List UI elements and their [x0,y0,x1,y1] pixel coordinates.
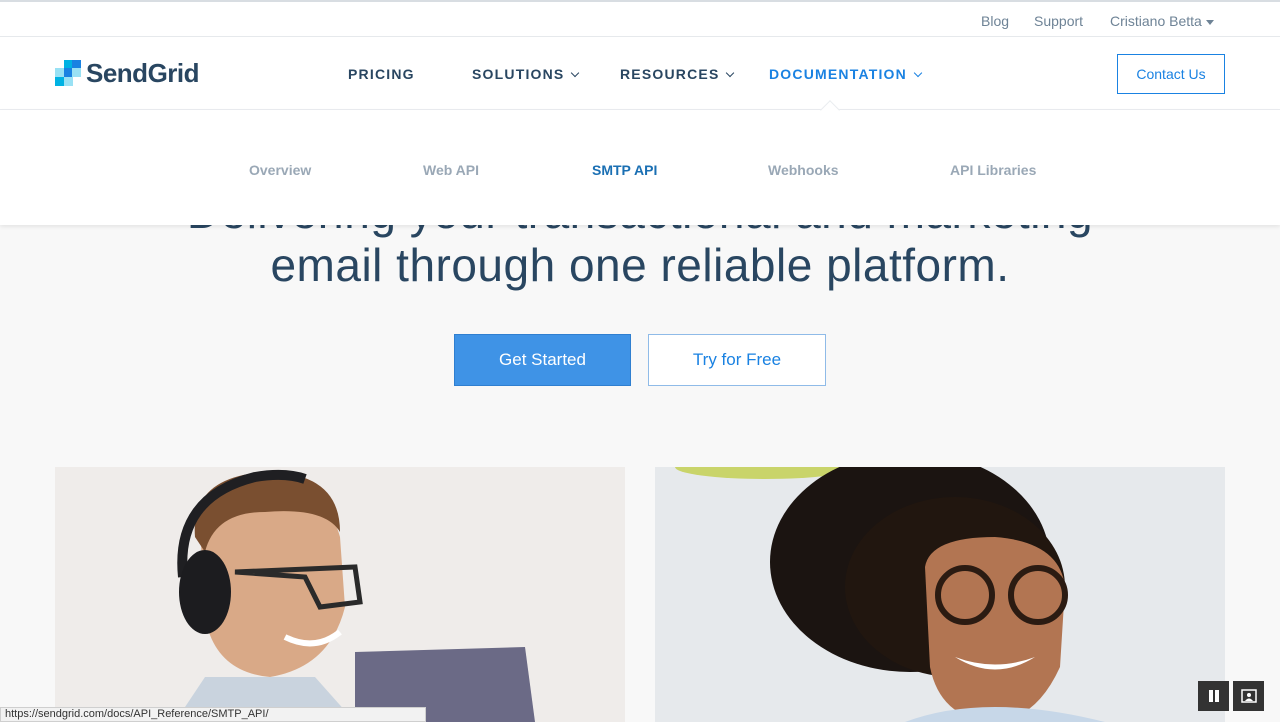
submenu-webhooks[interactable]: Webhooks [768,162,839,178]
get-started-button[interactable]: Get Started [454,334,631,386]
nav-pricing[interactable]: PRICING [348,66,415,82]
nav-resources[interactable]: RESOURCES [620,66,735,82]
try-for-free-button[interactable]: Try for Free [648,334,826,386]
blog-link[interactable]: Blog [981,13,1009,29]
nav-documentation[interactable]: DOCUMENTATION [769,66,923,82]
documentation-submenu: Overview Web API SMTP API Webhooks API L… [0,110,1280,225]
user-menu[interactable]: Cristiano Betta [1110,13,1214,29]
picture-in-picture-button[interactable] [1233,681,1264,711]
contact-us-button[interactable]: Contact Us [1117,54,1225,94]
logo-wordmark: SendGrid [86,57,200,88]
submenu-smtp-api[interactable]: SMTP API [592,162,657,178]
sendgrid-logo-icon [55,60,81,86]
submenu-api-libraries[interactable]: API Libraries [950,162,1036,178]
user-name: Cristiano Betta [1110,13,1202,29]
main-nav: SendGrid PRICING SOLUTIONS RESOURCES DOC… [0,37,1280,110]
pause-button[interactable] [1198,681,1229,711]
picture-icon [1240,689,1257,703]
utility-bar: Blog Support Cristiano Betta [0,0,1280,37]
chevron-down-icon [726,68,735,78]
hero-title-line2: email through one reliable platform. [270,239,1010,291]
nav-documentation-label: DOCUMENTATION [769,66,907,82]
woman-with-glasses-image [655,467,1225,722]
browser-status-url: https://sendgrid.com/docs/API_Reference/… [0,707,426,722]
chevron-down-icon [571,68,580,78]
submenu-overview[interactable]: Overview [249,162,311,178]
submenu-web-api[interactable]: Web API [423,162,479,178]
customer-photo-right [655,467,1225,722]
nav-solutions[interactable]: SOLUTIONS [472,66,580,82]
nav-solutions-label: SOLUTIONS [472,66,565,82]
man-with-headphones-image [55,467,625,722]
caret-down-icon [1205,19,1214,25]
pause-icon [1208,690,1219,702]
sendgrid-logo[interactable]: SendGrid [55,57,200,88]
chevron-down-icon [913,68,923,78]
customer-photo-left [55,467,625,722]
support-link[interactable]: Support [1034,13,1083,29]
nav-resources-label: RESOURCES [620,66,720,82]
